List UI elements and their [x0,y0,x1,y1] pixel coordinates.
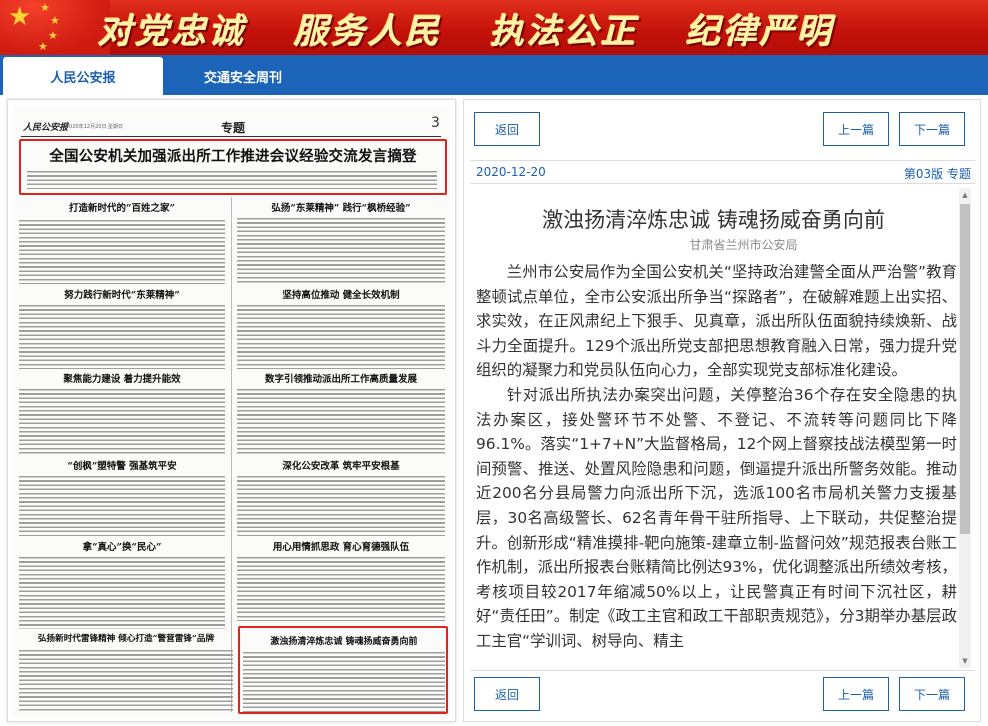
article-author: 甘肃省兰州市公安局 [689,238,798,252]
small-star-icon: ★ [50,14,60,27]
slogan-group: 对党忠诚 服务人民 执法公正 纪律严明 [98,2,834,54]
article-block[interactable]: 努力践行新时代“东莱精神” [19,287,225,371]
article-page-info[interactable]: 第03版 专题 [904,165,971,182]
article-block[interactable]: 弘扬“东莱精神” 践行“枫桥经验” [237,198,445,286]
page-section: 专题 [221,121,246,135]
app-root: ★ ★ ★ ★ ★ 对党忠诚 服务人民 执法公正 纪律严明 人民公安报 交通安全… [0,0,988,726]
next-article-button-bottom[interactable]: 下一篇 [899,677,965,711]
header-banner: ★ ★ ★ ★ ★ 对党忠诚 服务人民 执法公正 纪律严明 [0,0,988,55]
scrollbar-thumb[interactable] [960,204,970,534]
article-block[interactable]: 深化公安改革 筑牢平安根基 [237,458,445,538]
tab-traffic-safety-weekly[interactable]: 交通安全周刊 [163,57,323,95]
article-date: 2020-12-20 [476,165,546,179]
newspaper-page-image[interactable]: 人民公安报 2020年12月20日 星期日 专题 3 全国公安机关加强派出所工作… [13,105,450,717]
page-date: 2020年12月20日 星期日 [66,124,124,130]
back-button[interactable]: 返回 [474,112,540,146]
article-panel: 返回 上一篇 下一篇 2020-12-20 第03版 专题 激浊扬清淬炼忠诚 铸… [463,99,981,722]
article-content[interactable]: 激浊扬清淬炼忠诚 铸魂扬威奋勇向前 甘肃省兰州市公安局 兰州市公安局作为全国公安… [470,188,975,668]
back-button-bottom[interactable]: 返回 [474,677,540,711]
next-article-button[interactable]: 下一篇 [899,112,965,146]
slogan-text: 纪律严明 [686,11,834,52]
article-block[interactable]: 聚焦能力建设 着力提升能效 [19,371,225,457]
scroll-up-arrow-icon[interactable]: ▲ [959,188,971,202]
article-block[interactable]: 用心用情抓思政 育心育德强队伍 [237,539,445,623]
article-block[interactable]: 弘扬新时代雷锋精神 倾心打造“警营雷锋”品牌 [19,632,233,714]
article-block[interactable]: 坚持高位推动 健全长效机制 [237,287,445,371]
page-header: 人民公安报 2020年12月20日 星期日 专题 3 [21,115,441,137]
tab-peoples-police-daily[interactable]: 人民公安报 [3,57,163,95]
article-paragraph: 兰州市公安局作为全国公安机关“坚持政治建警全面从严治警”教育整顿试点单位，全市公… [476,263,957,380]
article-body: 兰州市公安局作为全国公安机关“坚持政治建警全面从严治警”教育整顿试点单位，全市公… [476,260,957,654]
article-block[interactable]: 数字引领推动派出所工作高质量发展 [237,371,445,457]
newspaper-page-viewer: 人民公安报 2020年12月20日 星期日 专题 3 全国公安机关加强派出所工作… [7,99,456,722]
small-star-icon: ★ [48,29,58,42]
article-info-bar: 2020-12-20 第03版 专题 [470,160,975,184]
article-scrollbar[interactable]: ▲ ▼ [959,188,971,668]
masthead-logo: 人民公安报 [23,123,69,133]
article-block[interactable]: 拿“真心”换“民心” [19,539,225,631]
article-block[interactable]: 打造新时代的“百姓之家” [19,198,225,286]
prev-article-button-bottom[interactable]: 上一篇 [823,677,889,711]
small-star-icon: ★ [38,40,48,53]
big-star-icon: ★ [8,2,32,32]
highlight-title-box [19,139,447,195]
party-flag-image: ★ ★ ★ ★ ★ [0,0,110,55]
highlight-selected-article-box [238,626,448,714]
scroll-down-arrow-icon[interactable]: ▼ [959,654,971,668]
article-title: 激浊扬清淬炼忠诚 铸魂扬威奋勇向前 [542,208,885,232]
slogan-text: 执法公正 [490,11,638,52]
tab-bar: 人民公安报 交通安全周刊 [0,55,988,95]
article-paragraph: 针对派出所执法办案突出问题，关停整治36个存在安全隐患的执法办案区，接处警环节不… [476,385,957,650]
slogan-text: 对党忠诚 [98,11,246,52]
page-number: 3 [431,115,440,131]
divider [470,670,975,671]
small-star-icon: ★ [40,1,50,14]
article-block[interactable]: “创枫”塑特警 强基筑平安 [19,458,225,538]
prev-article-button[interactable]: 上一篇 [823,112,889,146]
slogan-text: 服务人民 [294,11,442,52]
